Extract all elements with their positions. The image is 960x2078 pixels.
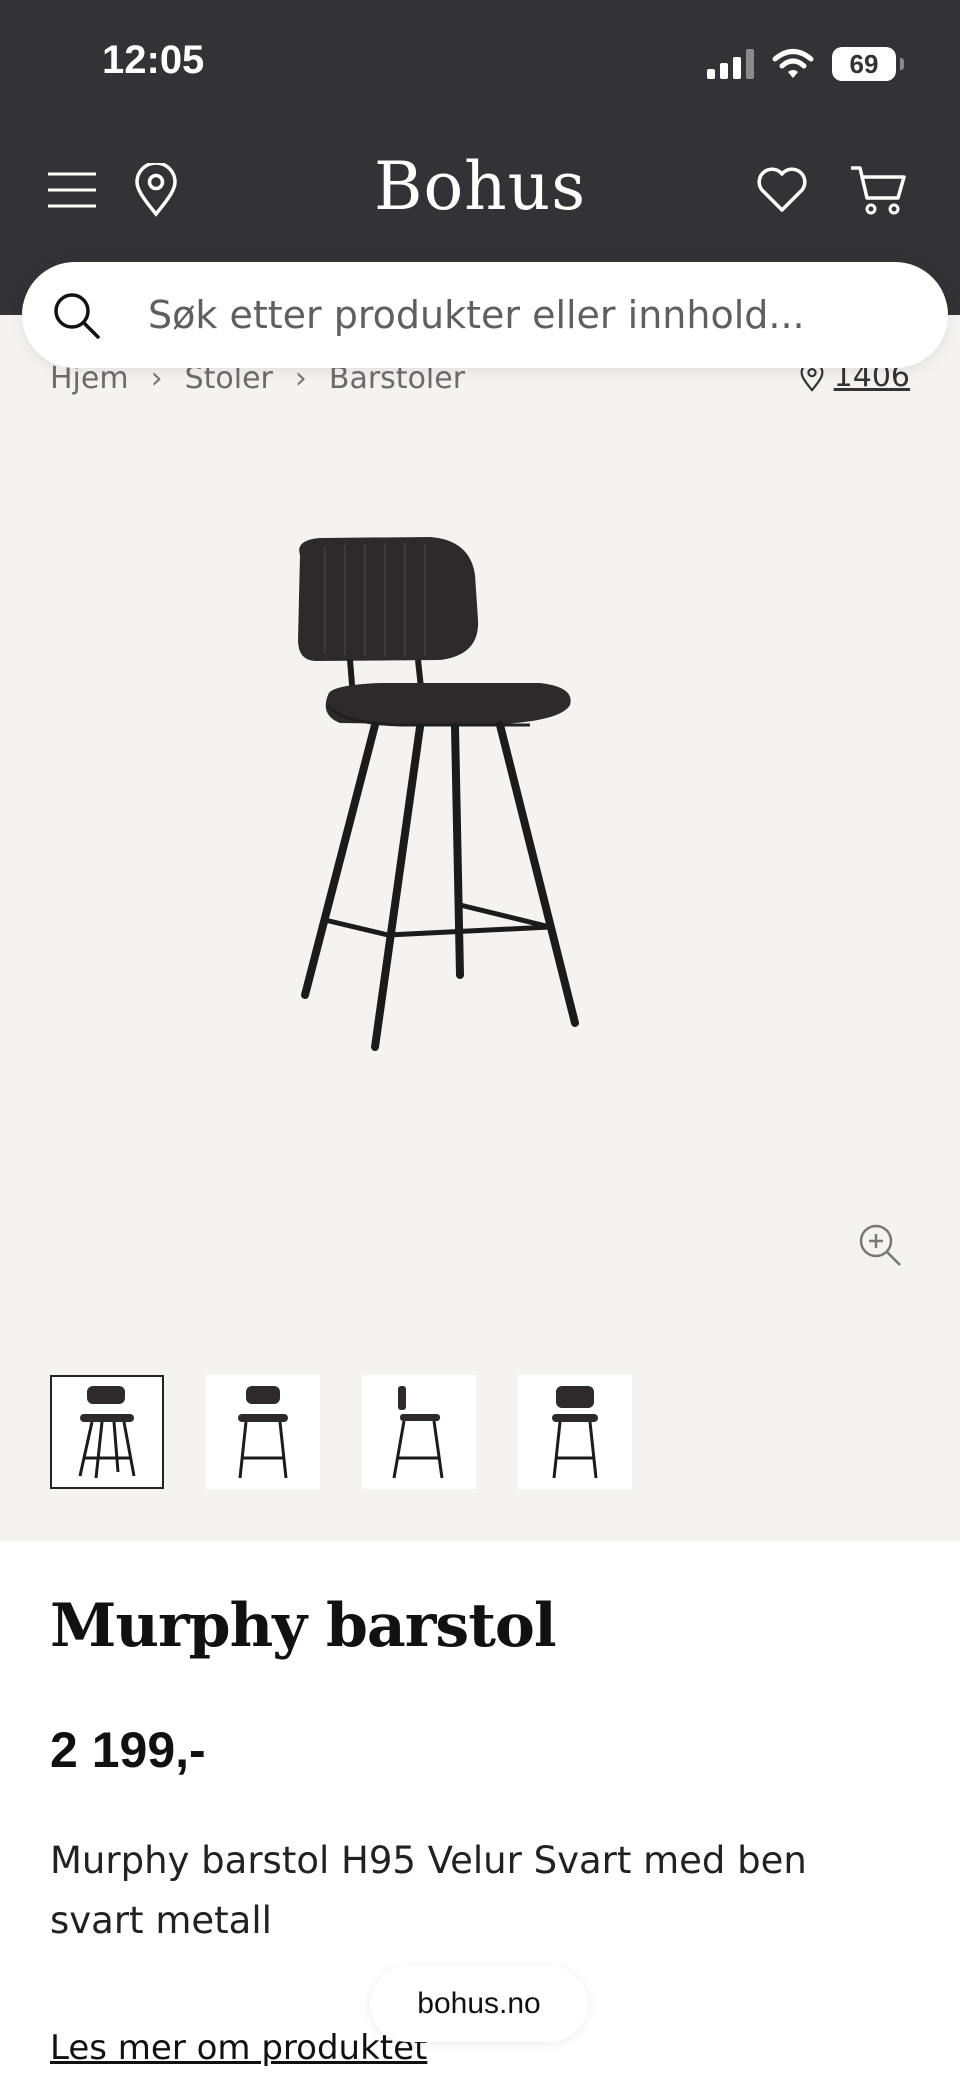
wifi-icon (772, 49, 814, 78)
search-bar[interactable] (22, 262, 948, 368)
search-icon[interactable] (50, 289, 102, 341)
heart-icon[interactable] (752, 160, 812, 220)
thumbnail-image (552, 1386, 598, 1479)
read-more-link[interactable]: Les mer om produktet (50, 2028, 427, 2068)
browser-url-pill[interactable]: bohus.no (370, 1966, 588, 2042)
thumbnail-4[interactable] (518, 1375, 632, 1489)
battery-level: 69 (849, 48, 879, 79)
search-input[interactable] (148, 293, 908, 337)
thumbnail-image (238, 1386, 288, 1479)
product-price: 2 199,- (50, 1722, 206, 1778)
product-image[interactable] (270, 535, 690, 1255)
battery-icon: 69 (832, 47, 904, 81)
product-description: Murphy barstol H95 Velur Svart med ben s… (50, 1839, 807, 1942)
thumbnail-3[interactable] (362, 1375, 476, 1489)
thumbnail-image (392, 1386, 444, 1479)
thumbnail-1[interactable] (50, 1375, 164, 1489)
product-gallery: Hjem › Stoler › Barstoler 1406 (0, 315, 960, 1541)
zoom-in-icon[interactable] (856, 1221, 904, 1269)
product-title: Murphy barstol (50, 1591, 557, 1661)
bohus-logo[interactable]: Bohus (0, 148, 960, 225)
cart-icon[interactable] (848, 160, 908, 220)
status-time: 12:05 (102, 38, 205, 82)
thumbnail-strip (50, 1375, 632, 1489)
cellular-signal-icon (707, 49, 754, 79)
thumbnail-2[interactable] (206, 1375, 320, 1489)
thumbnail-image (78, 1386, 136, 1479)
status-indicators: 69 (707, 44, 904, 84)
